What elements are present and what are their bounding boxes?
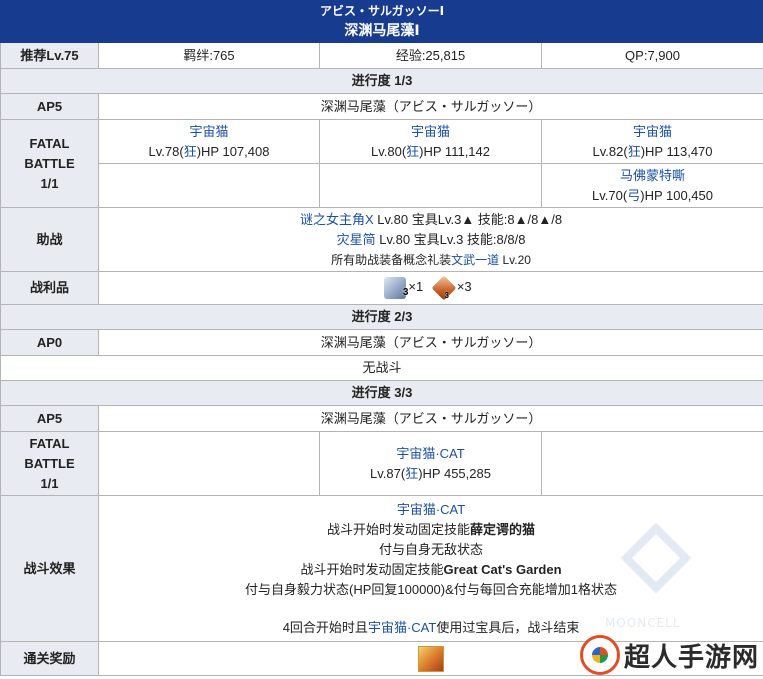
enemy-cell: 宇宙猫 Lv.80(狂)HP 111,142 xyxy=(319,119,542,164)
no-battle-text: 无战斗 xyxy=(0,355,763,381)
recommend-level: 推荐Lv.75 xyxy=(0,42,99,69)
class-link[interactable]: 狂 xyxy=(405,466,418,481)
support-label: 助战 xyxy=(0,207,99,272)
bond-value: 羁绊:765 xyxy=(98,42,320,69)
support-list: 谜之女主角X Lv.80 宝具Lv.3▲ 技能:8▲/8▲/8 灾星简 Lv.8… xyxy=(97,207,763,272)
progress-1-title: 进行度 1/3 xyxy=(0,68,763,94)
site-name: 超人手游网 xyxy=(623,642,759,673)
empty-enemy-cell xyxy=(319,163,542,208)
location-text: 深渊马尾藻（アビス・サルガッソー） xyxy=(97,329,763,356)
reward-item-icon[interactable] xyxy=(418,645,445,672)
ap-cost: AP5 xyxy=(0,405,99,432)
empty-enemy-cell xyxy=(540,431,763,496)
ap-cost: AP0 xyxy=(0,329,99,356)
enemy-cell: 宇宙猫 Lv.82(狂)HP 113,470 xyxy=(540,119,763,164)
enemy-link[interactable]: 宇宙猫 xyxy=(189,124,228,139)
qp-value: QP:7,900 xyxy=(540,42,763,69)
enemy-link[interactable]: 宇宙猫·CAT xyxy=(368,620,436,635)
site-branding: 超人手游网 xyxy=(579,635,759,675)
battle-effects-text: 宇宙猫·CAT 战斗开始时发动固定技能薛定谔的猫 付与自身无敌状态 战斗开始时发… xyxy=(97,495,763,642)
class-link[interactable]: 狂 xyxy=(406,144,419,159)
drops-label: 战利品 xyxy=(0,271,99,305)
ice-material-icon[interactable]: 3 xyxy=(384,277,408,299)
location-text: 深渊马尾藻（アビス・サルガッソー） xyxy=(97,93,763,120)
enemy-link[interactable]: 宇宙猫·CAT xyxy=(397,502,465,517)
support-servant-link[interactable]: 谜之女主角X xyxy=(300,212,374,227)
class-link[interactable]: 狂 xyxy=(184,144,197,159)
enemy-cell: 马佛蒙特嘶 Lv.70(弓)HP 100,450 xyxy=(540,163,763,208)
empty-enemy-cell xyxy=(98,431,320,496)
quest-header: アビス・サルガッソーⅠ 深渊马尾藻Ⅰ xyxy=(0,0,763,43)
class-link[interactable]: 狂 xyxy=(628,144,641,159)
fatal-battle-label: FATAL BATTLE 1/1 xyxy=(0,431,99,496)
enemy-link[interactable]: 马佛蒙特嘶 xyxy=(620,168,685,183)
site-logo-icon xyxy=(579,635,620,675)
exp-value: 经验:25,815 xyxy=(319,42,542,69)
enemy-link[interactable]: 宇宙猫·CAT xyxy=(396,446,464,461)
progress-3-title: 进行度 3/3 xyxy=(0,380,763,406)
ap-cost: AP5 xyxy=(0,93,99,120)
enemy-cell: 宇宙猫 Lv.78(狂)HP 107,408 xyxy=(98,119,320,164)
quest-table: アビス・サルガッソーⅠ 深渊马尾藻Ⅰ 推荐Lv.75 羁绊:765 经验:25,… xyxy=(0,0,763,676)
info-row: 推荐Lv.75 羁绊:765 经验:25,815 QP:7,900 xyxy=(0,42,763,69)
clear-reward-label: 通关奖励 xyxy=(0,641,99,676)
progress-2-title: 进行度 2/3 xyxy=(0,304,763,330)
enemy-link[interactable]: 宇宙猫 xyxy=(633,124,672,139)
empty-enemy-cell xyxy=(98,163,320,208)
enemy-link[interactable]: 宇宙猫 xyxy=(411,124,450,139)
location-text: 深渊马尾藻（アビス・サルガッソー） xyxy=(97,405,763,432)
craft-essence-link[interactable]: 文武一道 xyxy=(451,253,499,267)
progress-section: 进行度 1/3 xyxy=(0,68,763,94)
fatal-battle-label: FATAL BATTLE 1/1 xyxy=(0,119,99,208)
drops-list: 3 ×1 3 ×3 xyxy=(97,271,763,305)
class-link[interactable]: 弓 xyxy=(627,188,640,203)
quest-title: 深渊马尾藻Ⅰ xyxy=(344,22,420,38)
battle-effects-label: 战斗效果 xyxy=(0,495,99,642)
flame-material-icon[interactable]: 3 xyxy=(431,275,457,301)
support-servant-link[interactable]: 灾星简 xyxy=(337,232,376,247)
enemy-cell: 宇宙猫·CAT Lv.87(狂)HP 455,285 xyxy=(319,431,542,496)
quest-subtitle: アビス・サルガッソーⅠ xyxy=(319,4,445,18)
